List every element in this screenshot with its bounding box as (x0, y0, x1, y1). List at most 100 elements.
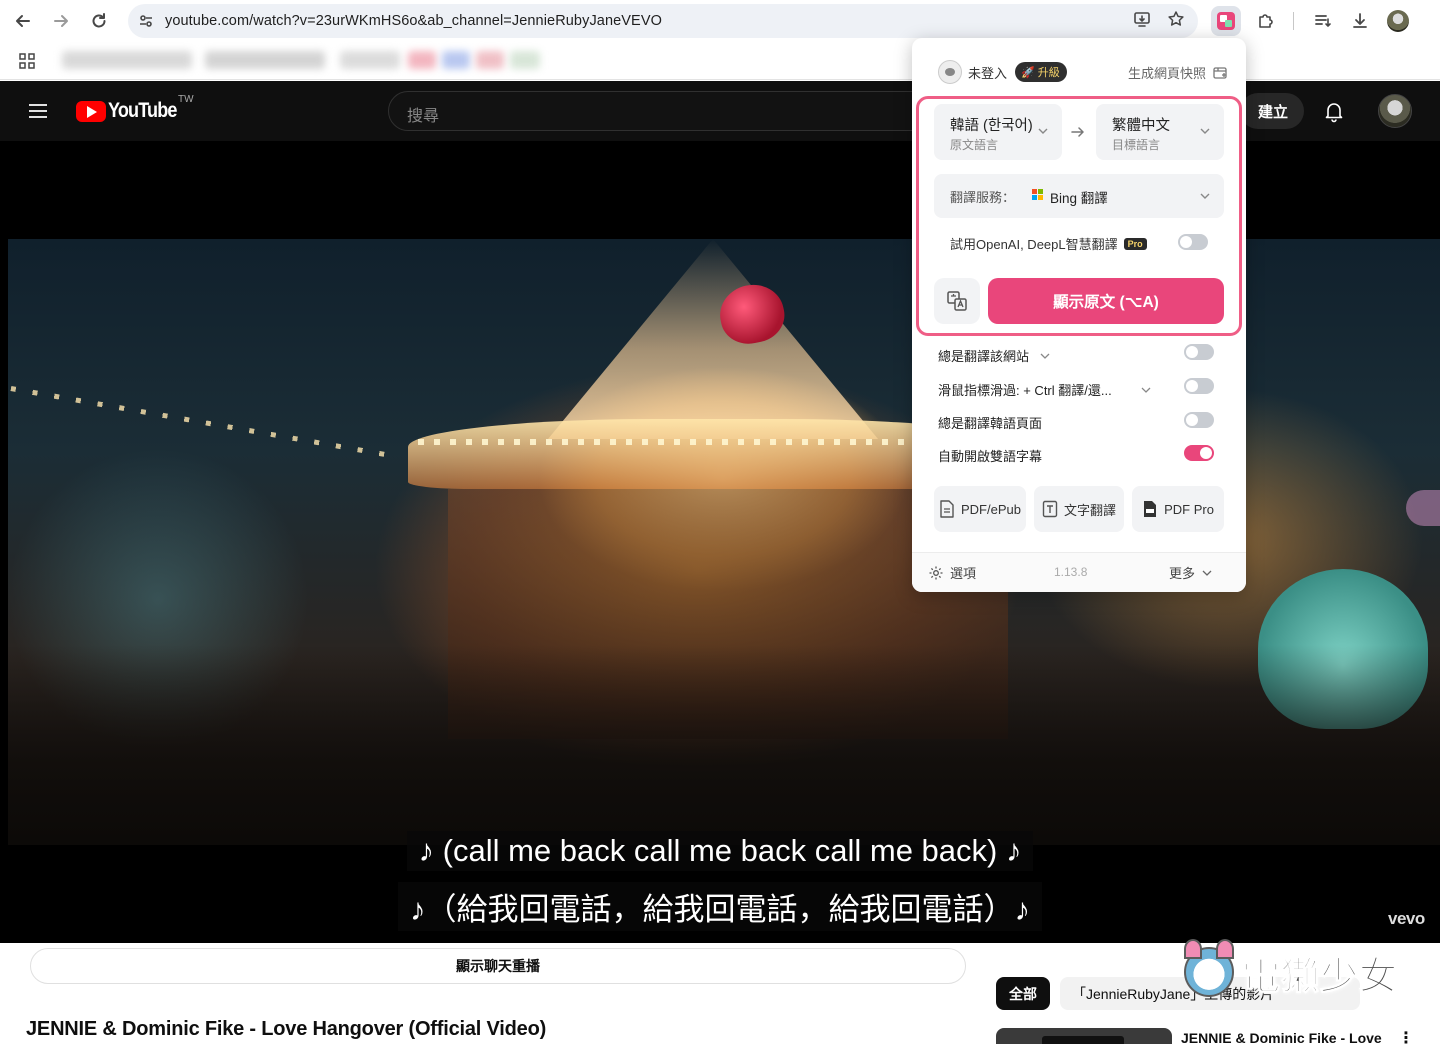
option-hover-translate[interactable]: 滑鼠指標滑過: + Ctrl 翻譯/還... (938, 380, 1152, 399)
toolbar-divider (1293, 12, 1294, 30)
toggle-always-translate-site[interactable] (1184, 344, 1214, 360)
forward-arrow-icon[interactable] (49, 9, 73, 33)
service-label: 翻譯服務： (950, 190, 1016, 205)
option-always-translate-site[interactable]: 總是翻譯該網站 (938, 346, 1051, 365)
bookmark-star-icon[interactable] (1166, 9, 1186, 29)
back-arrow-icon[interactable] (11, 9, 35, 33)
text-translate-button[interactable]: 文字翻譯 (1034, 486, 1124, 532)
pro-trial-label: 試用OpenAI, DeepL智慧翻譯 (950, 237, 1118, 252)
create-button[interactable]: 建立 (1240, 93, 1304, 129)
chevron-down-icon[interactable] (1140, 384, 1152, 396)
toggle-always-translate-korean[interactable] (1184, 412, 1214, 428)
bookmark-item[interactable] (510, 51, 540, 69)
mascot-logo (1184, 939, 1234, 997)
bookmark-item[interactable] (408, 51, 436, 69)
target-language-select[interactable]: 繁體中文 目標語言 (1096, 104, 1224, 160)
site-watermark: 電獺少女 (1184, 939, 1399, 1000)
notification-bell-icon[interactable] (1322, 99, 1346, 123)
chevron-down-icon (1200, 128, 1210, 134)
video-scene-lights-left (10, 386, 386, 457)
subtitle-translated-line: ♪（給我回電話，給我回電話，給我回電話）♪ (0, 882, 1440, 931)
bing-logo-icon (1032, 189, 1044, 201)
toggle-hover-translate[interactable] (1184, 378, 1214, 394)
region-code: TW (178, 94, 194, 105)
download-icon[interactable] (1345, 6, 1375, 36)
service-value: Bing 翻譯 (1050, 191, 1108, 206)
show-original-label: 顯示原文 (⌥A) (1053, 294, 1159, 311)
more-menu-button[interactable]: 更多 (1169, 563, 1213, 582)
bookmark-item[interactable] (205, 51, 325, 69)
search-input[interactable]: 搜尋 (388, 91, 948, 131)
version-text: 1.13.8 (1054, 565, 1088, 579)
source-language-role: 原文語言 (950, 138, 999, 152)
reading-list-icon[interactable] (1308, 6, 1338, 36)
video-title: JENNIE & Dominic Fike - Love Hangover (O… (26, 1018, 547, 1040)
reload-icon[interactable] (87, 9, 111, 33)
hamburger-menu-icon[interactable] (26, 99, 50, 123)
gear-icon (929, 566, 943, 579)
video-scene-crowd (8, 645, 1440, 845)
youtube-logo[interactable]: YouTube TW (76, 94, 194, 123)
target-language-role: 目標語言 (1112, 138, 1161, 152)
source-language-select[interactable]: 韓語 (한국어) 原文語言 (934, 104, 1062, 160)
bookmark-item[interactable] (442, 51, 470, 69)
account-avatar[interactable] (1378, 94, 1412, 128)
watermark-text: 電獺少女 (1241, 955, 1399, 998)
translate-compare-icon (947, 291, 967, 311)
chip-all[interactable]: 全部 (996, 977, 1050, 1010)
address-bar[interactable]: youtube.com/watch?v=23urWKmHS6o&ab_chann… (128, 4, 1198, 38)
extensions-puzzle-icon[interactable] (1251, 6, 1281, 36)
bookmark-item[interactable] (62, 51, 192, 69)
profile-avatar-icon[interactable] (1383, 6, 1413, 36)
login-status[interactable]: 未登入 (968, 63, 1007, 82)
bilingual-compare-button[interactable] (934, 278, 980, 324)
user-avatar-icon (938, 60, 962, 84)
login-row[interactable]: 未登入 🚀 升級 (938, 60, 1067, 84)
browser-toolbar: youtube.com/watch?v=23urWKmHS6o&ab_chann… (0, 0, 1440, 42)
popup-footer: 選項 1.13.8 更多 (912, 552, 1246, 592)
document-icon (940, 500, 954, 518)
translate-extension-icon[interactable] (1211, 6, 1241, 36)
youtube-play-icon (76, 100, 106, 122)
toggle-auto-bilingual-subtitles[interactable] (1184, 445, 1214, 461)
options-label: 選項 (950, 566, 977, 581)
text-translate-label: 文字翻譯 (1063, 502, 1116, 518)
snapshot-button[interactable]: 生成網頁快照 (1128, 63, 1228, 82)
subtitle-original-line: ♪ (call me back call me back call me bac… (0, 831, 1440, 871)
upgrade-badge[interactable]: 🚀 升級 (1015, 62, 1067, 82)
text-box-icon (1042, 500, 1058, 518)
pdf-epub-button[interactable]: PDF/ePub (934, 486, 1026, 532)
chevron-down-icon[interactable] (1039, 350, 1051, 362)
recommended-title[interactable]: JENNIE & Dominic Fike - Love (1181, 1030, 1382, 1044)
snapshot-icon (1213, 66, 1227, 79)
option-always-translate-korean[interactable]: 總是翻譯韓語頁面 (938, 413, 1042, 432)
source-language-name: 韓語 (한국어) (950, 118, 1033, 134)
floating-translate-button[interactable] (1406, 490, 1440, 526)
chat-replay-label: 顯示聊天重播 (456, 958, 540, 974)
pdf-pro-button[interactable]: PDF Pro (1132, 486, 1224, 532)
site-settings-icon[interactable] (136, 11, 156, 31)
option-label: 總是翻譯該網站 (938, 349, 1030, 364)
url-text[interactable]: youtube.com/watch?v=23urWKmHS6o&ab_chann… (165, 13, 662, 29)
create-label: 建立 (1257, 103, 1288, 121)
pro-trial-row: 試用OpenAI, DeepL智慧翻譯 Pro (950, 234, 1147, 253)
show-chat-replay-button[interactable]: 顯示聊天重播 (30, 948, 966, 984)
more-actions-icon[interactable]: ⋮ (1398, 1028, 1414, 1044)
bookmark-item[interactable] (476, 51, 504, 69)
translation-service-select[interactable]: 翻譯服務： Bing 翻譯 (934, 174, 1224, 218)
option-auto-bilingual-subtitles[interactable]: 自動開啟雙語字幕 (938, 446, 1042, 465)
install-app-icon[interactable] (1132, 9, 1152, 29)
chevron-down-icon (1038, 128, 1048, 134)
show-original-button[interactable]: 顯示原文 (⌥A) (988, 278, 1224, 324)
chevron-down-icon (1202, 570, 1212, 576)
pdf-epub-label: PDF/ePub (961, 501, 1021, 517)
option-label: 總是翻譯韓語頁面 (938, 416, 1043, 431)
option-label: 滑鼠指標滑過: + Ctrl 翻譯/還... (938, 383, 1112, 398)
options-button[interactable]: 選項 (928, 563, 976, 582)
bookmark-item[interactable] (340, 51, 400, 69)
recommended-thumbnail[interactable] (996, 1028, 1172, 1044)
pro-trial-toggle[interactable] (1178, 234, 1208, 250)
chevron-down-icon (1200, 193, 1210, 199)
search-placeholder: 搜尋 (407, 108, 440, 125)
apps-grid-icon[interactable] (18, 52, 36, 75)
